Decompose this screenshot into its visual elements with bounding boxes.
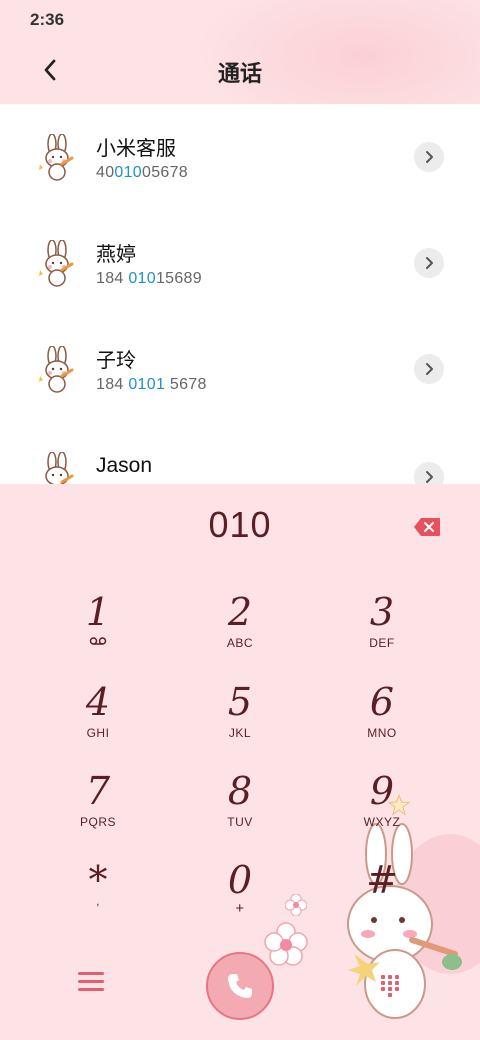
menu-icon	[78, 972, 104, 991]
chevron-right-icon	[426, 471, 433, 483]
contact-item[interactable]: Jason	[0, 422, 480, 484]
key-letters: DEF	[369, 636, 395, 650]
chevron-right-icon	[426, 257, 433, 269]
key-0[interactable]: 0 +	[185, 858, 295, 938]
back-button[interactable]	[34, 54, 66, 86]
contact-list: 小米客服 4001005678 燕婷 184 01015689 子玲 184 0…	[0, 104, 480, 484]
header: 通话	[0, 0, 480, 140]
key-6[interactable]: 6 MNO	[327, 680, 437, 760]
key-letters: MNO	[367, 726, 397, 740]
key-digit: 3	[369, 590, 395, 634]
key-digit: 6	[369, 680, 395, 724]
contact-detail-button[interactable]	[414, 354, 444, 384]
number-match: 0101	[128, 376, 166, 393]
contact-number: 184 01015689	[96, 270, 202, 288]
key-pound[interactable]: #	[327, 858, 437, 938]
bunny-avatar-icon	[39, 346, 74, 393]
contact-number: 184 0101 5678	[96, 376, 207, 394]
key-2[interactable]: 2 ABC	[185, 590, 295, 670]
key-letters: WXYZ	[363, 815, 401, 829]
backspace-button[interactable]	[413, 517, 441, 537]
keypad-toggle-button[interactable]	[380, 974, 400, 998]
key-digit: 1	[85, 590, 111, 634]
phone-icon	[228, 974, 252, 998]
contact-detail-button[interactable]	[414, 462, 444, 484]
key-letters: GHI	[86, 726, 110, 740]
key-1[interactable]: 1	[43, 590, 153, 670]
key-digit: 0	[227, 858, 253, 902]
key-letters: ABC	[226, 636, 254, 650]
backspace-icon	[414, 518, 440, 536]
status-time: 2:36	[30, 10, 65, 29]
contact-detail-button[interactable]	[414, 142, 444, 172]
menu-button[interactable]	[78, 972, 104, 994]
key-letters: TUV	[227, 815, 253, 829]
number-prefix: 184	[96, 376, 129, 393]
number-suffix: 05678	[142, 164, 189, 181]
number-suffix: 15689	[155, 270, 202, 287]
key-9[interactable]: 9 WXYZ	[327, 769, 437, 849]
number-match: 010	[114, 164, 143, 181]
call-button[interactable]	[206, 952, 274, 1020]
key-star[interactable]: * ,	[43, 858, 153, 938]
dialer-panel: 010 1 2 ABC 3 DEF 4 GHI 5 JKL 6 MNO 7 PQ…	[0, 484, 480, 1040]
bunny-avatar-icon	[45, 452, 74, 484]
number-prefix: 40	[96, 164, 115, 181]
number-suffix: 5678	[165, 376, 207, 393]
key-digit: 2	[227, 590, 253, 634]
number-match: 010	[128, 270, 156, 287]
contact-detail-button[interactable]	[414, 248, 444, 278]
contact-item[interactable]: 燕婷 184 01015689	[0, 210, 480, 316]
key-5[interactable]: 5 JKL	[185, 680, 295, 760]
key-digit: 5	[227, 680, 253, 724]
contact-item[interactable]: 子玲 184 0101 5678	[0, 316, 480, 422]
contact-number: 4001005678	[96, 164, 188, 182]
keypad-icon	[381, 975, 399, 997]
number-prefix: 184	[96, 270, 129, 287]
key-3[interactable]: 3 DEF	[327, 590, 437, 670]
contact-name: 燕婷	[96, 242, 136, 266]
bunny-avatar-icon	[39, 240, 74, 287]
key-letters: JKL	[228, 726, 252, 740]
dial-input-display: 010	[208, 504, 272, 545]
key-7[interactable]: 7 PQRS	[43, 769, 153, 849]
contact-item[interactable]: 小米客服 4001005678	[0, 104, 480, 210]
key-8[interactable]: 8 TUV	[185, 769, 295, 849]
key-digit: 8	[227, 769, 253, 813]
back-arrow-icon	[44, 59, 56, 81]
contact-name: 小米客服	[96, 136, 176, 160]
key-4[interactable]: 4 GHI	[43, 680, 153, 760]
contact-name: 子玲	[96, 348, 136, 372]
chevron-right-icon	[426, 151, 433, 163]
chevron-right-icon	[426, 363, 433, 375]
key-letters: PQRS	[79, 815, 116, 829]
key-digit: 7	[85, 769, 111, 813]
page-title: 通话	[217, 62, 262, 87]
key-digit: 4	[85, 680, 111, 724]
key-digit: 9	[369, 769, 395, 813]
key-letters: +	[235, 900, 245, 917]
voicemail-icon	[89, 637, 107, 645]
key-digit: #	[366, 858, 398, 902]
key-letters: ,	[96, 894, 100, 908]
contact-name: Jason	[96, 454, 153, 477]
bunny-avatar-icon	[39, 134, 74, 181]
